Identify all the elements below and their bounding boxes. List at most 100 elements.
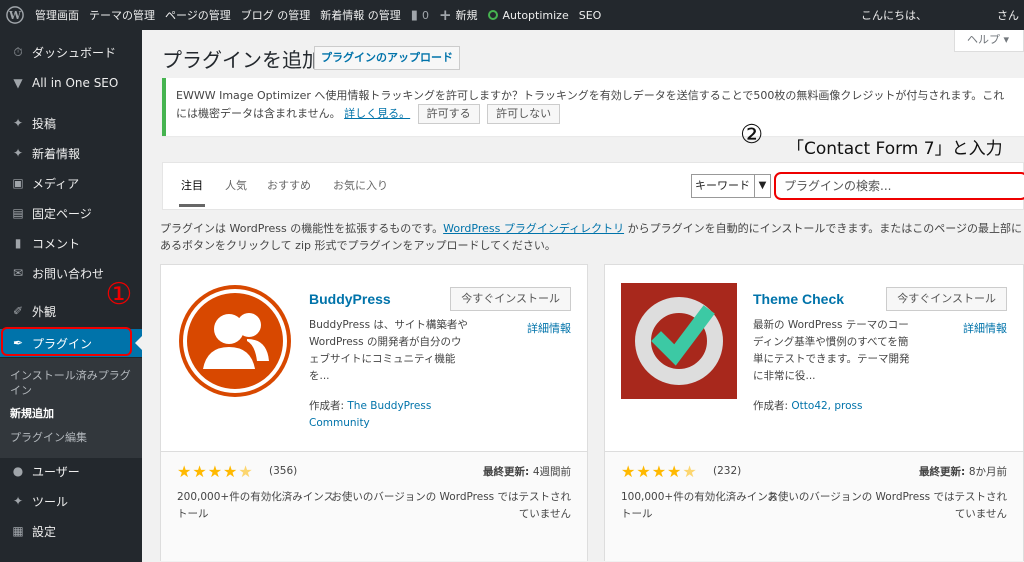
plugin-description: 最新の WordPress テーマのコーディング基準や慣例のすべてを簡単にテスト…	[753, 319, 910, 382]
plus-icon: +	[438, 6, 452, 24]
author-label: 作成者:	[309, 400, 348, 412]
menu-comments[interactable]: ▮ コメント	[0, 229, 142, 257]
admin-bar-news-link[interactable]: 新着情報 の管理	[315, 0, 406, 30]
admin-bar-seo[interactable]: SEO	[574, 0, 607, 30]
plugin-card-footer: ★★★★★ (232) 最終更新: 8か月前 100,000+件の有効化済みイン…	[605, 451, 1023, 561]
last-updated-label: 最終更新:	[482, 466, 533, 478]
menu-users[interactable]: ● ユーザー	[0, 457, 142, 485]
plugin-card-theme-check: Theme Check 今すぐインストール 詳細情報 最新の WordPress…	[604, 264, 1024, 561]
tab-popular[interactable]: 人気	[225, 177, 247, 193]
admin-bar-autoptimize[interactable]: Autoptimize	[483, 0, 574, 30]
user-icon: ●	[12, 464, 24, 478]
theme-check-logo-icon	[621, 283, 737, 399]
menu-dashboard[interactable]: ⏱ ダッシュボード	[0, 38, 142, 66]
more-details-link[interactable]: 詳細情報	[963, 320, 1007, 336]
author-link[interactable]: Otto42, pross	[791, 400, 862, 412]
page-title: プラグインを追加	[162, 50, 322, 72]
menu-label: メディア	[32, 176, 80, 191]
menu-news[interactable]: ✦ 新着情報	[0, 139, 142, 167]
star-rating-icon: ★★★★★	[177, 462, 254, 481]
more-details-link[interactable]: 詳細情報	[527, 320, 571, 336]
allow-button[interactable]: 許可する	[417, 104, 480, 124]
menu-all-in-one-seo[interactable]: ▼ All in One SEO	[0, 69, 142, 97]
intro-text: プラグインは WordPress の機能性を拡張するものです。WordPress…	[160, 220, 1024, 254]
menu-label: コメント	[32, 236, 81, 251]
admin-bar-comments[interactable]: ▮ 0	[406, 0, 434, 30]
pin-icon: ✦	[12, 146, 24, 160]
step2-instruction: 「Contact Form 7」と入力	[787, 139, 1003, 159]
plugin-search-input[interactable]: プラグインの検索...	[774, 172, 1024, 200]
admin-bar-account[interactable]: こんにちは、 さん	[856, 0, 1024, 30]
admin-bar-site-link[interactable]: 管理画面	[30, 0, 84, 30]
upload-plugin-button[interactable]: プラグインのアップロード	[314, 46, 460, 70]
submenu-installed-plugins[interactable]: インストール済みプラグイン	[10, 368, 132, 398]
comment-icon: ▮	[410, 7, 418, 23]
star-rating-icon: ★★★★★	[621, 462, 698, 481]
menu-label: All in One SEO	[32, 76, 119, 90]
compatibility: お使いのバージョンの WordPress ではテストされていません	[331, 491, 571, 520]
compatibility: お使いのバージョンの WordPress ではテストされていません	[767, 491, 1007, 520]
submenu-plugin-editor[interactable]: プラグイン編集	[10, 430, 132, 445]
deny-button[interactable]: 許可しない	[487, 104, 561, 124]
menu-posts[interactable]: ✦ 投稿	[0, 109, 142, 137]
install-now-button[interactable]: 今すぐインストール	[450, 287, 571, 311]
menu-label: 設定	[32, 524, 57, 539]
submenu-add-new[interactable]: 新規追加	[10, 406, 132, 421]
menu-label: 投稿	[32, 116, 57, 131]
menu-settings[interactable]: ▦ 設定	[0, 517, 142, 545]
tab-featured[interactable]: 注目	[179, 177, 205, 207]
wrench-icon: ✦	[12, 494, 24, 508]
plugin-name-link[interactable]: BuddyPress	[309, 291, 391, 307]
comments-count: 0	[421, 8, 429, 22]
tracking-notice: EWWW Image Optimizer へ使用情報トラッキングを許可しますか？…	[162, 78, 1024, 136]
menu-media[interactable]: ▣ メディア	[0, 169, 142, 197]
tab-recommended[interactable]: おすすめ	[267, 177, 311, 193]
intro-before: プラグインは WordPress の機能性を拡張するものです。	[160, 222, 444, 235]
menu-label: 新着情報	[32, 146, 81, 161]
menu-tools[interactable]: ✦ ツール	[0, 487, 142, 515]
status-circle-icon	[487, 10, 498, 20]
greeting: こんにちは、	[861, 9, 927, 22]
new-label: 新規	[455, 9, 478, 22]
plugin-name-link[interactable]: Theme Check	[753, 291, 844, 307]
search-type-value: キーワード	[695, 179, 750, 192]
active-installs: 100,000+件の有効化済みインストール	[621, 491, 779, 520]
admin-bar-themes-link[interactable]: テーマの管理	[84, 0, 160, 30]
shield-icon: ▼	[13, 76, 23, 90]
active-installs: 200,000+件の有効化済みインストール	[177, 491, 335, 520]
last-updated-value: 4週間前	[532, 466, 571, 478]
menu-pages[interactable]: ▤ 固定ページ	[0, 199, 142, 227]
svg-text:W: W	[8, 9, 22, 22]
learn-more-link[interactable]: 詳しく見る。	[344, 107, 410, 120]
main-content: ヘルプ ▾ プラグインを追加 プラグインのアップロード EWWW Image O…	[142, 30, 1024, 562]
page-icon: ▤	[12, 206, 24, 220]
admin-bar-new[interactable]: + 新規	[434, 0, 483, 30]
tab-favorites[interactable]: お気に入り	[333, 177, 388, 193]
rating-count: (232)	[713, 465, 742, 477]
plugin-author: 作成者: Otto42, pross	[753, 398, 883, 415]
step1-marker: ①	[105, 277, 133, 312]
last-updated-value: 8か月前	[968, 466, 1007, 478]
install-now-button[interactable]: 今すぐインストール	[886, 287, 1007, 311]
step1-highlight	[1, 327, 132, 356]
comment-icon: ▮	[14, 236, 22, 250]
admin-bar-pages-link[interactable]: ページの管理	[160, 0, 236, 30]
menu-label: ユーザー	[32, 464, 80, 479]
user-suffix: さん	[997, 9, 1019, 22]
search-type-select[interactable]: キーワード ▼	[691, 174, 771, 198]
admin-bar: W 管理画面 テーマの管理 ページの管理 ブログ の管理 新着情報 の管理 ▮ 0…	[0, 0, 1024, 30]
step2-marker: ②	[740, 120, 764, 150]
pin-icon: ✦	[12, 116, 24, 130]
buddypress-logo-icon	[179, 285, 291, 397]
rating-count: (356)	[269, 465, 298, 477]
plugin-filter-bar: 注目 人気 おすすめ お気に入り キーワード ▼ プラグインの検索...	[162, 162, 1024, 210]
last-updated-label: 最終更新:	[918, 466, 969, 478]
wordpress-logo-icon[interactable]: W	[0, 0, 30, 30]
notice-text: EWWW Image Optimizer へ使用情報トラッキングを許可しますか？…	[176, 89, 1005, 120]
help-tab[interactable]: ヘルプ ▾	[954, 30, 1024, 52]
media-icon: ▣	[12, 176, 24, 190]
plugin-card-buddypress: BuddyPress 今すぐインストール 詳細情報 BuddyPress は、サ…	[160, 264, 588, 561]
plugin-directory-link[interactable]: WordPress プラグインディレクトリ	[443, 222, 624, 235]
last-updated: 最終更新: 8か月前	[919, 464, 1007, 479]
admin-bar-blog-link[interactable]: ブログ の管理	[236, 0, 316, 30]
